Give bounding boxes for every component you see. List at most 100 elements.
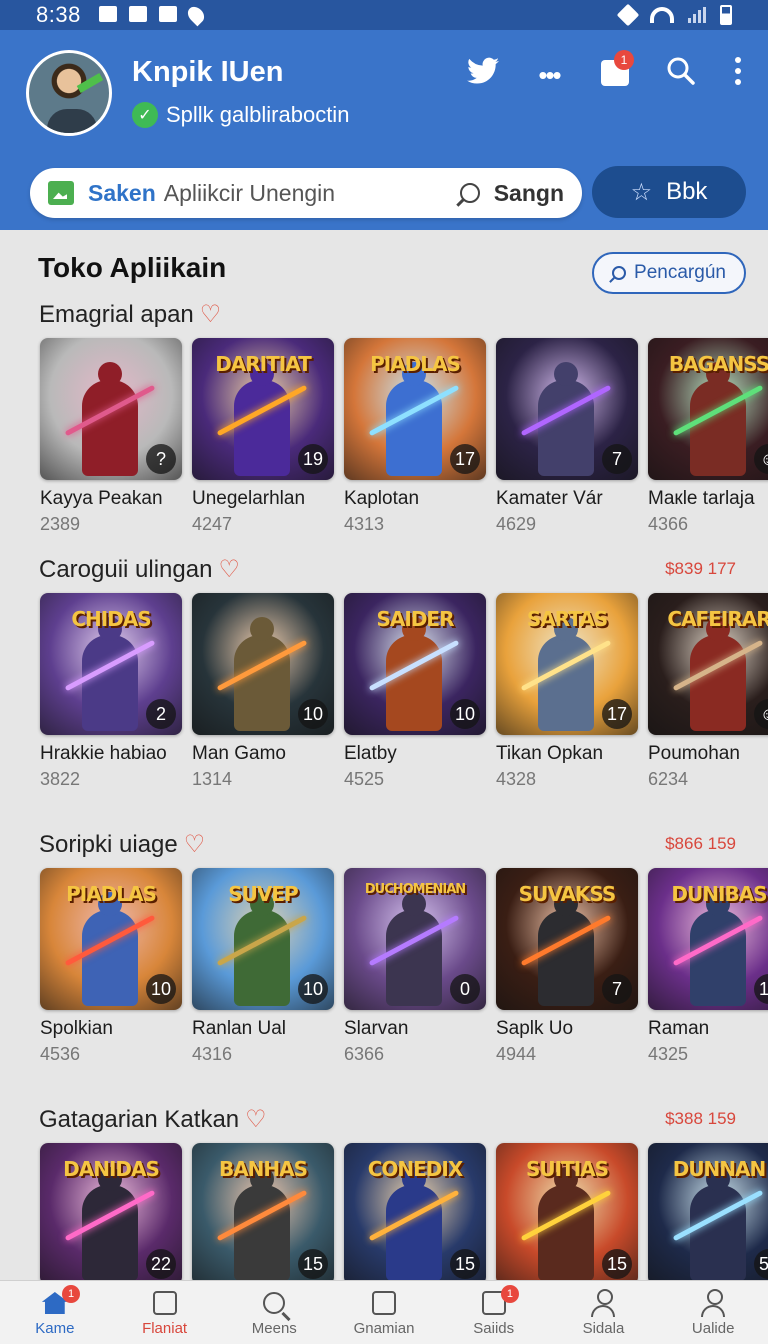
app-card[interactable]: DARITIAT 19 Unegelarhlan 4247 xyxy=(192,338,334,535)
app-card[interactable]: SUITIAS 15 xyxy=(496,1143,638,1285)
app-name: Spolkian xyxy=(40,1018,113,1039)
search-button[interactable]: Sangn xyxy=(494,180,564,207)
app-card[interactable]: DANIDAS 22 xyxy=(40,1143,182,1285)
avatar[interactable] xyxy=(26,50,112,136)
app-thumbnail[interactable]: DUNIBAS 12 xyxy=(648,868,768,1010)
app-card[interactable]: DUCHOMENIAN 0 Slarvan 6366 xyxy=(344,868,486,1065)
app-name: Saplk Uo xyxy=(496,1018,574,1039)
app-row: CHIDAS 2 Hrakkie habiao 3822 10 Man Gamo 1314 S… xyxy=(40,593,768,790)
count-badge: 17 xyxy=(449,444,480,474)
app-card[interactable]: SUVEP 10 Ranlan Ual 4316 xyxy=(192,868,334,1065)
app-card[interactable]: DUNIBAS 12 Raman 4325 xyxy=(648,868,768,1065)
app-name: Unegelarhlan xyxy=(192,488,306,509)
character-art xyxy=(82,362,138,476)
app-card[interactable]: 7 Kamater Vár 4629 xyxy=(496,338,638,535)
nav-item[interactable]: Ualide xyxy=(658,1281,768,1344)
bookmark-button[interactable]: ☆ Bbk xyxy=(592,166,746,218)
more-dots-icon[interactable]: ••• xyxy=(532,58,566,92)
app-thumbnail[interactable]: DUCHOMENIAN 0 xyxy=(344,868,486,1010)
app-card[interactable]: CAFEIRAR ☺ Poumohan 6234 xyxy=(648,593,768,790)
battery-icon xyxy=(720,5,732,25)
character-art xyxy=(690,1167,746,1281)
nav-badge: 1 xyxy=(500,1285,519,1303)
app-thumbnail[interactable]: PIADLAS 10 xyxy=(40,868,182,1010)
count-badge: 15 xyxy=(601,1249,632,1279)
section-title[interactable]: Soripki uiage ♡ xyxy=(39,830,205,859)
search-icon[interactable] xyxy=(664,56,698,94)
game-logo-text: DUNIBAS xyxy=(671,882,767,906)
section-title[interactable]: Gatagarian Katkan ♡ xyxy=(39,1105,267,1134)
app-thumbnail[interactable]: SUVEP 10 xyxy=(192,868,334,1010)
search-input[interactable]: Saken Apliikcir Unengin Sangn xyxy=(30,168,582,218)
nav-label: Gnamian xyxy=(353,1320,415,1337)
heart-icon[interactable]: ♡ xyxy=(245,1106,267,1133)
count-badge: 17 xyxy=(601,699,632,729)
user-icon xyxy=(698,1288,728,1318)
app-card[interactable]: CHIDAS 2 Hrakkie habiao 3822 xyxy=(40,593,182,790)
status-icons-right xyxy=(616,3,732,27)
app-thumbnail[interactable]: DARITIAT 19 xyxy=(192,338,334,480)
app-thumbnail[interactable]: CONEDIX 15 xyxy=(344,1143,486,1285)
bottom-navigation: 1 Kame Flaniat Meens Gnamian 1 Saiids Sidala Ual… xyxy=(0,1280,768,1344)
count-badge: 10 xyxy=(297,699,328,729)
app-card[interactable]: 10 Man Gamo 1314 xyxy=(192,593,334,790)
heart-icon[interactable]: ♡ xyxy=(200,301,222,328)
app-count: 4525 xyxy=(344,769,385,789)
app-thumbnail[interactable]: ? xyxy=(40,338,182,480)
app-card[interactable]: ? Kayya Peakan 2389 xyxy=(40,338,182,535)
character-art xyxy=(690,362,746,476)
app-count: 4944 xyxy=(496,1044,537,1064)
heart-icon[interactable]: ♡ xyxy=(184,831,206,858)
app-thumbnail[interactable]: 7 xyxy=(496,338,638,480)
app-card[interactable]: SAIDER 10 Elatby 4525 xyxy=(344,593,486,790)
app-card[interactable]: PIADLAS 17 Kaplotan 4313 xyxy=(344,338,486,535)
nav-item[interactable]: Flaniat xyxy=(110,1281,220,1344)
app-count: 4366 xyxy=(648,514,689,534)
app-card[interactable]: BANHAS 15 xyxy=(192,1143,334,1285)
character-art xyxy=(690,892,746,1006)
count-badge: 7 xyxy=(602,974,632,1004)
pencarian-button[interactable]: Pencargún xyxy=(592,252,746,294)
notification-icon[interactable]: 1 xyxy=(598,50,634,94)
app-thumbnail[interactable]: DANIDAS 22 xyxy=(40,1143,182,1285)
app-thumbnail[interactable]: CAFEIRAR ☺ xyxy=(648,593,768,735)
section-title[interactable]: Caroguii ulingan ♡ xyxy=(39,555,240,584)
game-logo-text: BANHAS xyxy=(218,1157,308,1181)
game-logo-text: CONEDIX xyxy=(367,1157,464,1181)
app-thumbnail[interactable]: SUITIAS 15 xyxy=(496,1143,638,1285)
header-actions: ••• 1 xyxy=(466,50,746,94)
nav-item[interactable]: 1 Saiids xyxy=(439,1281,549,1344)
heart-icon[interactable]: ♡ xyxy=(218,556,240,583)
app-card[interactable]: CONEDIX 15 xyxy=(344,1143,486,1285)
app-name: Ranlan Ual xyxy=(192,1018,286,1039)
count-badge: ☺ xyxy=(754,699,768,729)
app-card[interactable]: SARTAS 17 Tikan Opkan 4328 xyxy=(496,593,638,790)
app-card[interactable]: PIADLAS 10 Spolkian 4536 xyxy=(40,868,182,1065)
character-art xyxy=(538,362,594,476)
nav-item[interactable]: Sidala xyxy=(549,1281,659,1344)
nav-item[interactable]: Meens xyxy=(219,1281,329,1344)
nav-item[interactable]: 1 Kame xyxy=(0,1281,110,1344)
app-thumbnail[interactable]: BANHAS 15 xyxy=(192,1143,334,1285)
app-name: Kayya Peakan xyxy=(40,488,163,509)
nav-item[interactable]: Gnamian xyxy=(329,1281,439,1344)
wifi-icon xyxy=(650,7,674,23)
search-button-icon[interactable] xyxy=(459,183,480,203)
character-art xyxy=(82,617,138,731)
app-thumbnail[interactable]: 10 xyxy=(192,593,334,735)
app-thumbnail[interactable]: SUVAKSS 7 xyxy=(496,868,638,1010)
section-title-text: Gatagarian Katkan xyxy=(39,1106,240,1133)
app-thumbnail[interactable]: BAGANSS ☺ xyxy=(648,338,768,480)
app-card[interactable]: DUNNAN 59 xyxy=(648,1143,768,1285)
character-art xyxy=(690,617,746,731)
app-thumbnail[interactable]: CHIDAS 2 xyxy=(40,593,182,735)
section-title[interactable]: Emagrial apan ♡ xyxy=(39,300,221,329)
app-thumbnail[interactable]: DUNNAN 59 xyxy=(648,1143,768,1285)
app-card[interactable]: BAGANSS ☺ Maкle tarlaja 4366 xyxy=(648,338,768,535)
app-thumbnail[interactable]: PIADLAS 17 xyxy=(344,338,486,480)
twitter-icon[interactable] xyxy=(466,57,500,93)
app-thumbnail[interactable]: SAIDER 10 xyxy=(344,593,486,735)
kebab-menu-icon[interactable] xyxy=(730,56,746,94)
app-thumbnail[interactable]: SARTAS 17 xyxy=(496,593,638,735)
app-card[interactable]: SUVAKSS 7 Saplk Uo 4944 xyxy=(496,868,638,1065)
